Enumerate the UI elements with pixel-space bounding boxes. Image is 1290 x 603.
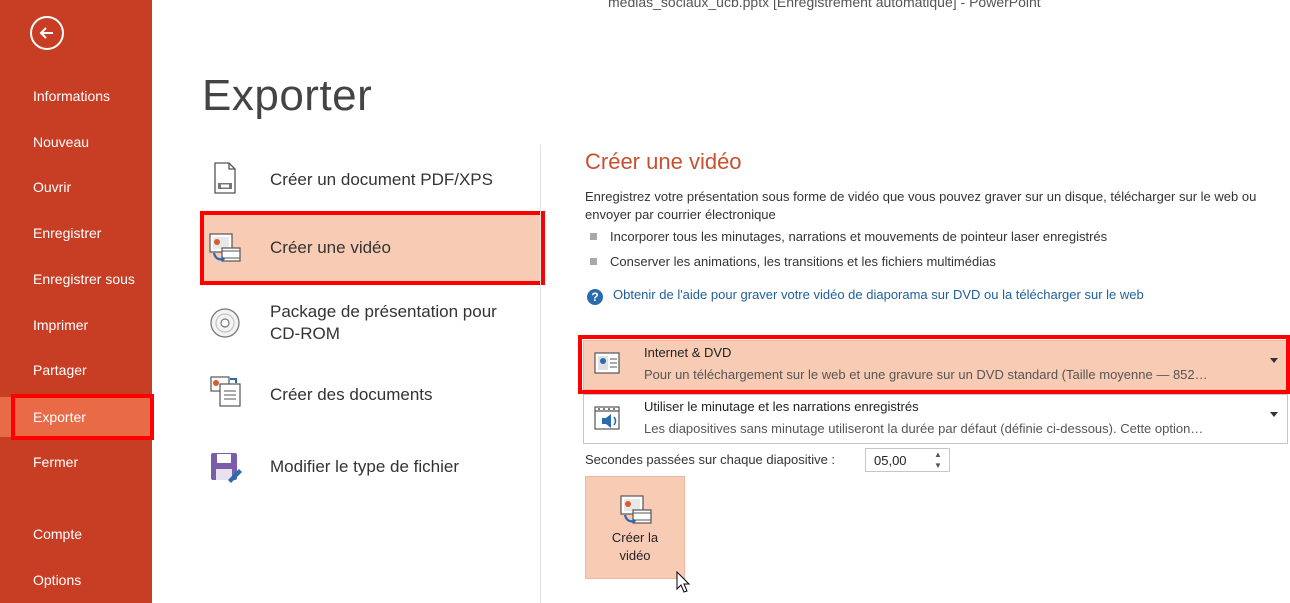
export-option-label: Package de présentation pour CD-ROM — [270, 302, 497, 343]
export-option-label: Créer un document PDF/XPS — [270, 170, 493, 189]
sidebar-item-enregistrer-sous[interactable]: Enregistrer sous — [0, 259, 152, 299]
cd-icon — [210, 308, 240, 338]
pane-divider — [540, 145, 541, 603]
sidebar-item-imprimer[interactable]: Imprimer — [0, 305, 152, 345]
export-option-pdf[interactable]: Créer un document PDF/XPS — [200, 150, 540, 210]
sidebar-item-ouvrir[interactable]: Ouvrir — [0, 167, 152, 207]
quality-dropdown[interactable]: Internet & DVD Pour un téléchargement su… — [583, 340, 1288, 390]
timing-title: Utiliser le minutage et les narrations e… — [644, 399, 919, 414]
bullet-item: Incorporer tous les minutages, narration… — [590, 229, 1107, 244]
backstage-sidebar: Informations Nouveau Ouvrir Enregistrer … — [0, 0, 152, 603]
export-option-label: Modifier le type de fichier — [270, 457, 459, 476]
page-title: Exporter — [202, 71, 373, 120]
chevron-down-icon — [1270, 358, 1278, 363]
bullet-item: Conserver les animations, les transition… — [590, 254, 996, 269]
help-question-icon: ? — [587, 289, 603, 305]
export-option-cd[interactable]: Package de présentation pour CD-ROM — [200, 295, 540, 355]
pdf-document-icon — [214, 162, 236, 194]
bullet-text: Incorporer tous les minutages, narration… — [610, 229, 1108, 244]
back-button[interactable] — [30, 16, 64, 50]
quality-title: Internet & DVD — [644, 345, 732, 360]
export-option-label: Créer des documents — [270, 385, 433, 404]
seconds-spinner[interactable]: ▲ ▼ — [865, 448, 950, 472]
section-title: Créer une vidéo — [585, 149, 742, 174]
sidebar-item-nouveau[interactable]: Nouveau — [0, 122, 152, 162]
sidebar-item-exporter[interactable]: Exporter — [0, 397, 152, 437]
timing-audio-icon — [594, 406, 620, 430]
help-link[interactable]: ? Obtenir de l'aide pour graver votre vid… — [587, 287, 1144, 305]
video-icon — [620, 495, 652, 524]
sidebar-item-fermer[interactable]: Fermer — [0, 442, 152, 482]
video-icon — [209, 233, 241, 262]
create-video-label-line2: vidéo — [619, 548, 651, 563]
sidebar-item-options[interactable]: Options — [0, 560, 152, 600]
quality-subtitle: Pour un téléchargement sur le web et une… — [644, 367, 1208, 382]
section-description: Enregistrez votre présentation sous form… — [585, 189, 1257, 222]
spin-up-icon[interactable]: ▲ — [932, 449, 944, 460]
save-as-icon — [211, 453, 242, 483]
sidebar-item-compte[interactable]: Compte — [0, 514, 152, 554]
handouts-icon — [210, 376, 241, 407]
help-link-text[interactable]: Obtenir de l'aide pour graver votre vidé… — [613, 287, 1144, 302]
create-video-label-line1: Créer la — [611, 530, 659, 545]
window-title: medias_sociaux_ucb.pptx [Enregistrement … — [608, 0, 1041, 10]
export-option-label: Créer une vidéo — [270, 238, 391, 257]
bullet-square-icon — [590, 233, 597, 240]
bullet-square-icon — [590, 258, 597, 265]
export-option-handouts[interactable]: Créer des documents — [200, 368, 540, 424]
export-option-file-type[interactable]: Modifier le type de fichier — [200, 438, 540, 498]
timing-dropdown[interactable]: Utiliser le minutage et les narrations e… — [583, 394, 1288, 444]
back-arrow-icon — [39, 27, 53, 39]
sidebar-item-informations[interactable]: Informations — [0, 76, 152, 116]
chevron-down-icon — [1270, 412, 1278, 417]
create-video-button[interactable]: Créer la vidéo — [585, 476, 685, 579]
sidebar-item-enregistrer[interactable]: Enregistrer — [0, 213, 152, 253]
seconds-input[interactable] — [866, 449, 926, 471]
bullet-text: Conserver les animations, les transition… — [610, 254, 996, 269]
monitor-icon — [594, 352, 620, 374]
spin-down-icon[interactable]: ▼ — [932, 460, 944, 471]
seconds-label: Secondes passées sur chaque diapositive … — [585, 452, 836, 467]
timing-subtitle: Les diapositives sans minutage utilisero… — [644, 421, 1204, 436]
sidebar-item-partager[interactable]: Partager — [0, 350, 152, 390]
export-option-video[interactable]: Créer une vidéo — [200, 215, 540, 281]
